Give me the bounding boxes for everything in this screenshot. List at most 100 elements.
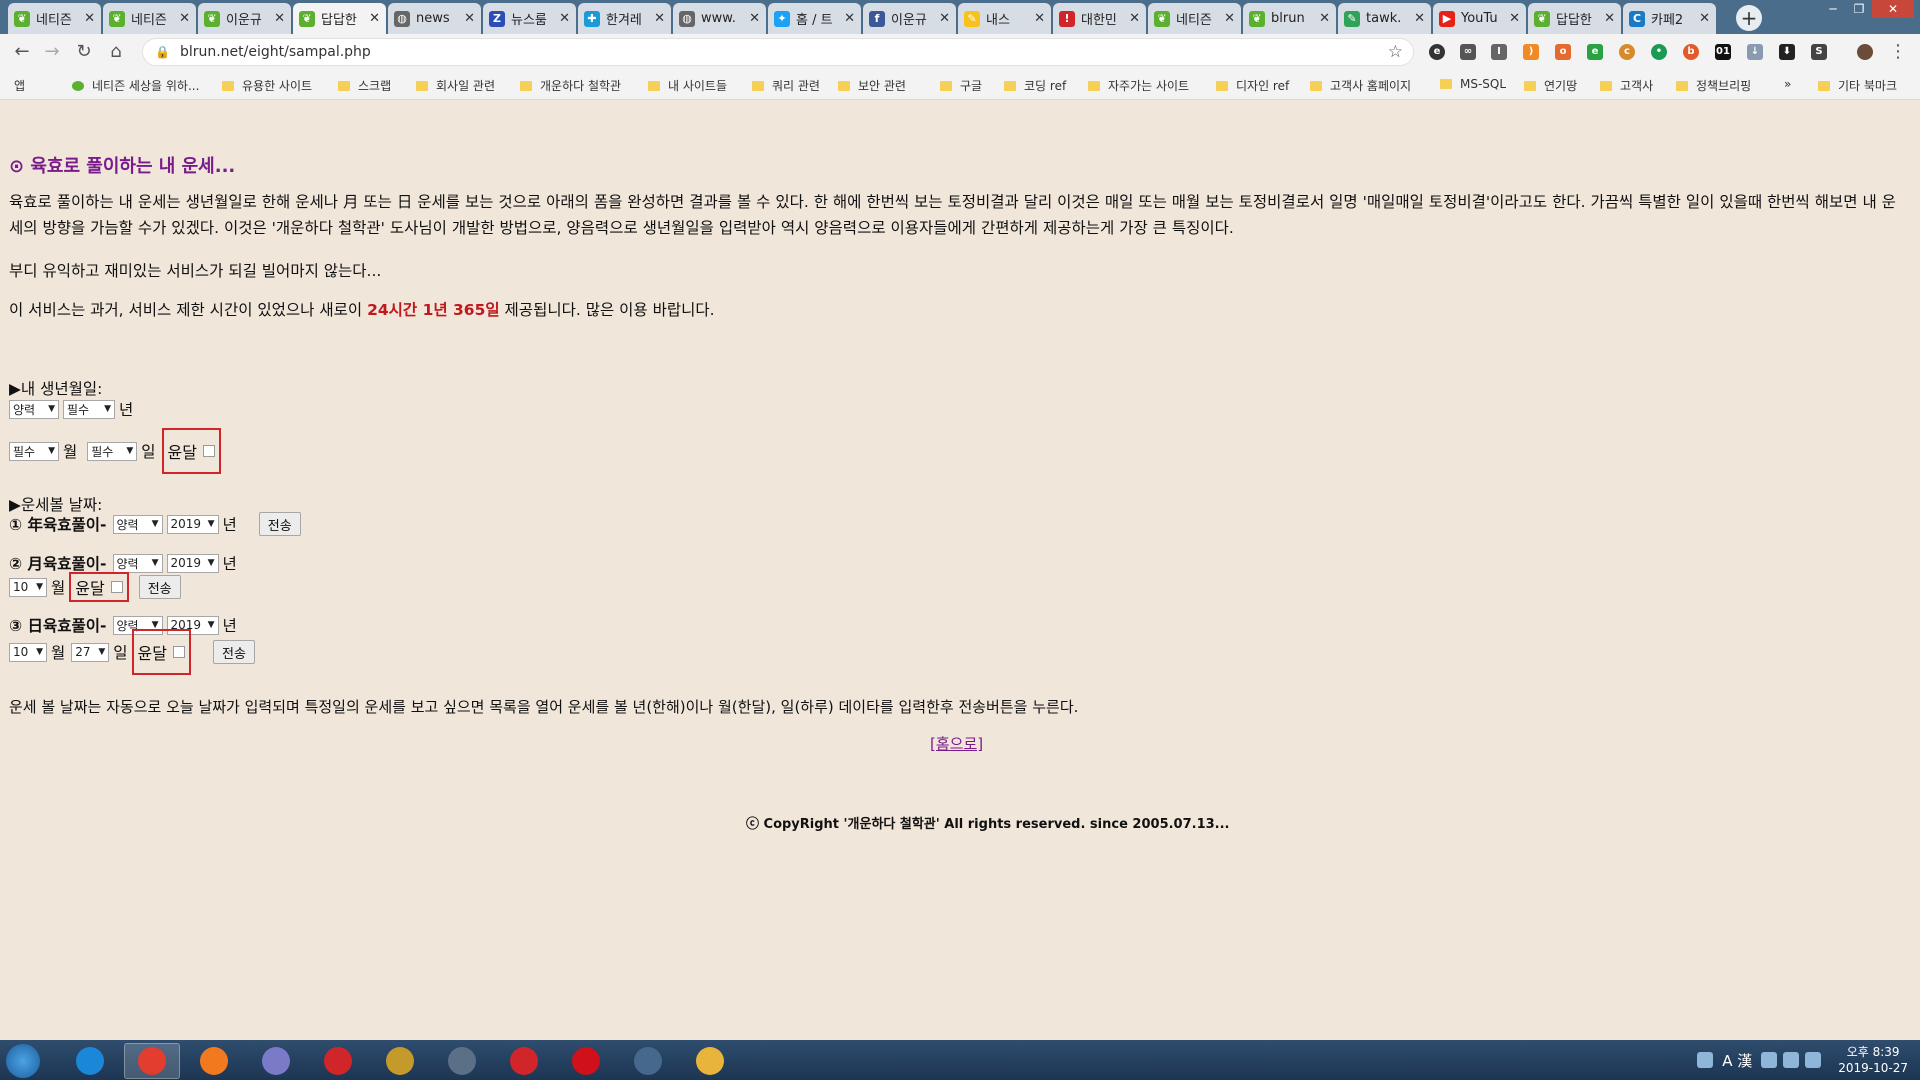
cookie-icon[interactable]: c [1619, 44, 1635, 60]
home-link[interactable]: [홈으로] [930, 733, 983, 754]
extension-icon[interactable]: e [1429, 44, 1445, 60]
tab-close-icon[interactable]: ✕ [1509, 11, 1520, 26]
other-bookmarks-folder[interactable]: 기타 북마크 [1818, 77, 1897, 94]
taskbar-app-opera[interactable] [310, 1043, 366, 1079]
tab-13[interactable]: ❦ blrun ✕ [1243, 3, 1336, 34]
daily-submit-button[interactable]: 전송 [212, 640, 255, 664]
birth-month-select[interactable]: 필수 ▼ [9, 441, 59, 461]
extension-icon[interactable]: S [1811, 44, 1827, 60]
bookmark-item[interactable]: 구글 [940, 77, 982, 94]
bookmark-item[interactable]: 내 사이트들 [648, 77, 727, 94]
tab-1[interactable]: ❦ 네티즌 ✕ [103, 3, 196, 34]
bookmark-item[interactable]: 정책브리핑 [1676, 77, 1751, 94]
extension-icon[interactable]: ∞ [1460, 44, 1476, 60]
back-icon[interactable]: ← [10, 40, 34, 64]
minimize-icon[interactable]: ─ [1820, 0, 1846, 18]
bookmark-item[interactable]: 디자인 ref [1216, 77, 1289, 94]
reload-icon[interactable]: ↻ [72, 40, 96, 64]
rss-icon[interactable]: ) [1523, 44, 1539, 60]
bookmarks-overflow-button[interactable]: » [1784, 77, 1791, 91]
tab-close-icon[interactable]: ✕ [369, 11, 380, 26]
tab-close-icon[interactable]: ✕ [274, 11, 285, 26]
monthly-calendar-select[interactable]: 양력 ▼ [112, 553, 163, 573]
bookmark-item[interactable]: 회사일 관련 [416, 77, 495, 94]
extension-icon[interactable]: b [1683, 44, 1699, 60]
extension-icon[interactable]: I [1491, 44, 1507, 60]
monthly-leap-checkbox[interactable] [110, 581, 123, 593]
tab-close-icon[interactable]: ✕ [1414, 11, 1425, 26]
tray-icon[interactable] [1697, 1052, 1714, 1068]
apps-button[interactable]: 앱 [14, 77, 25, 94]
birth-leap-checkbox[interactable] [202, 445, 215, 457]
monthly-submit-button[interactable]: 전송 [138, 575, 181, 599]
bookmark-item[interactable]: 고객사 홈페이지 [1310, 77, 1411, 94]
tab-close-icon[interactable]: ✕ [939, 11, 950, 26]
taskbar-app-firefox[interactable] [186, 1043, 242, 1079]
tab-7[interactable]: ◍ www. ✕ [673, 3, 766, 34]
bookmark-item[interactable]: 유용한 사이트 [222, 77, 312, 94]
tab-close-icon[interactable]: ✕ [1319, 11, 1330, 26]
ime-indicator[interactable]: A 漢 [1722, 1050, 1752, 1071]
tab-17[interactable]: C 카페2 ✕ [1623, 3, 1716, 34]
network-icon[interactable] [1783, 1052, 1800, 1068]
tab-close-icon[interactable]: ✕ [1604, 11, 1615, 26]
extension-icon[interactable]: • [1651, 44, 1667, 60]
tab-14[interactable]: ✎ tawk. ✕ [1338, 3, 1431, 34]
tab-close-icon[interactable]: ✕ [179, 11, 190, 26]
tab-4[interactable]: ◍ news ✕ [388, 3, 481, 34]
home-icon[interactable]: ⌂ [104, 40, 128, 64]
taskbar-app-pen-tool[interactable] [372, 1043, 428, 1079]
tab-close-icon[interactable]: ✕ [1034, 11, 1045, 26]
monthly-month-select[interactable]: 10 ▼ [9, 577, 47, 597]
extension-icon[interactable]: o [1555, 44, 1571, 60]
tab-close-icon[interactable]: ✕ [559, 11, 570, 26]
download-icon[interactable]: ↓ [1747, 44, 1763, 60]
volume-icon[interactable] [1805, 1052, 1822, 1068]
extension-icon[interactable]: 01 [1715, 44, 1731, 60]
evernote-icon[interactable]: e [1587, 44, 1603, 60]
bookmark-item[interactable]: 스크랩 [338, 77, 391, 94]
forward-icon[interactable]: → [40, 40, 64, 64]
start-button[interactable] [6, 1044, 40, 1078]
daily-leap-checkbox[interactable] [172, 646, 185, 658]
yearly-year-select[interactable]: 2019 ▼ [166, 514, 219, 534]
restore-icon[interactable]: ❐ [1846, 0, 1872, 18]
yearly-submit-button[interactable]: 전송 [258, 512, 301, 536]
tab-close-icon[interactable]: ✕ [654, 11, 665, 26]
daily-month-select[interactable]: 10 ▼ [9, 642, 47, 662]
tab-close-icon[interactable]: ✕ [749, 11, 760, 26]
birth-day-select[interactable]: 필수 ▼ [87, 441, 138, 461]
tab-15[interactable]: ▶ YouTu ✕ [1433, 3, 1526, 34]
bookmark-item[interactable]: 네티즌 세상을 위하... [72, 77, 199, 94]
tab-11[interactable]: ! 대한민 ✕ [1053, 3, 1146, 34]
tab-close-icon[interactable]: ✕ [844, 11, 855, 26]
taskbar-app-pokeball[interactable] [496, 1043, 552, 1079]
tab-8[interactable]: ✦ 홈 / 트 ✕ [768, 3, 861, 34]
taskbar-app-book[interactable] [434, 1043, 490, 1079]
tab-close-icon[interactable]: ✕ [1224, 11, 1235, 26]
bookmark-item[interactable]: 보안 관련 [838, 77, 906, 94]
bookmark-item[interactable]: 연기땅 [1524, 77, 1577, 94]
tab-12[interactable]: ❦ 네티즌 ✕ [1148, 3, 1241, 34]
close-window-icon[interactable]: ✕ [1872, 0, 1914, 18]
tab-10[interactable]: ✎ 내스 ✕ [958, 3, 1051, 34]
tab-16[interactable]: ❦ 답답한 ✕ [1528, 3, 1621, 34]
tab-3[interactable]: ❦ 답답한 ✕ [293, 3, 386, 34]
taskbar-app-chrome[interactable] [124, 1043, 180, 1079]
bookmark-star-icon[interactable]: ☆ [1388, 42, 1403, 62]
bookmark-item[interactable]: 개운하다 철학관 [520, 77, 621, 94]
tab-6[interactable]: ✚ 한겨레 ✕ [578, 3, 671, 34]
bookmark-item[interactable]: MS-SQL [1440, 77, 1506, 91]
tab-5[interactable]: Z 뉴스룸 ✕ [483, 3, 576, 34]
taskbar-app-ie[interactable] [62, 1043, 118, 1079]
tab-close-icon[interactable]: ✕ [464, 11, 475, 26]
bookmark-item[interactable]: 자주가는 사이트 [1088, 77, 1189, 94]
bookmark-item[interactable]: 코딩 ref [1004, 77, 1066, 94]
new-tab-button[interactable]: + [1736, 5, 1762, 31]
bookmark-item[interactable]: 고객사 [1600, 77, 1653, 94]
taskbar-app-folder[interactable] [682, 1043, 738, 1079]
taskbar-app-tree[interactable] [620, 1043, 676, 1079]
clock[interactable]: 오후 8:39 2019-10-27 [1838, 1044, 1908, 1076]
bookmark-item[interactable]: 쿼리 관련 [752, 77, 820, 94]
yearly-calendar-select[interactable]: 양력 ▼ [112, 514, 163, 534]
